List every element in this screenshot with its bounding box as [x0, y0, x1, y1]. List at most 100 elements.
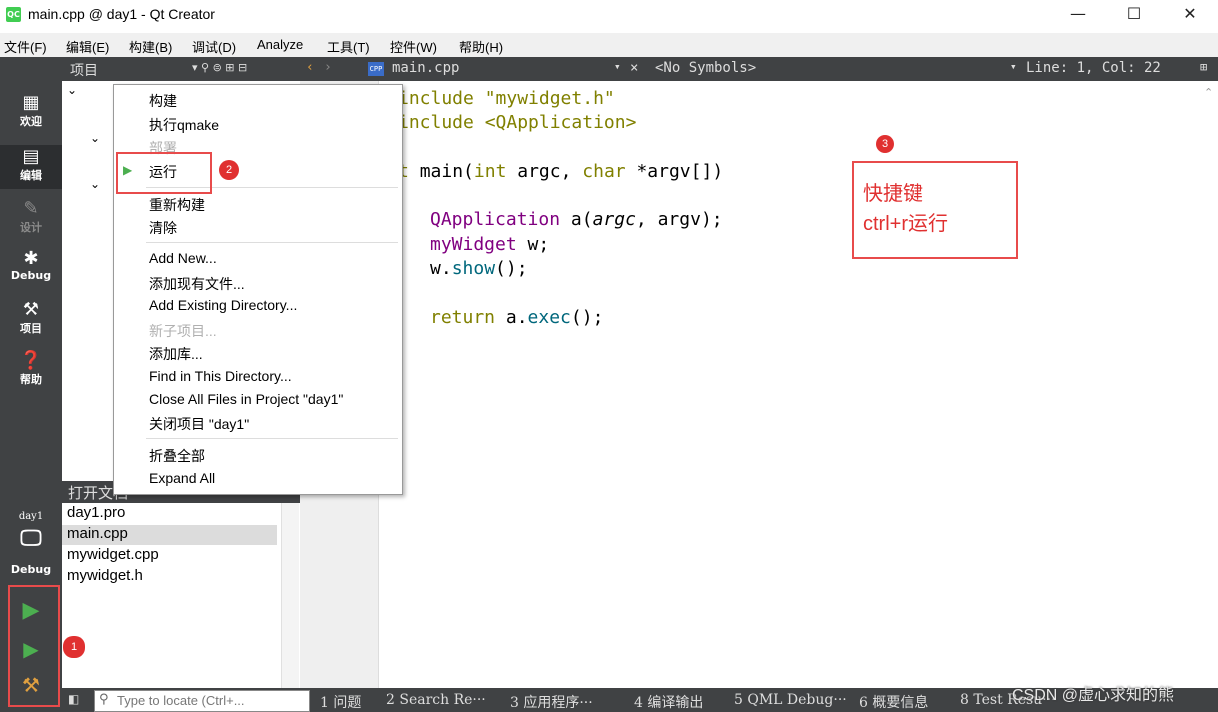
code-token: int	[473, 161, 507, 182]
tab-issues[interactable]: 1 问题	[320, 692, 361, 712]
code-token: w.	[430, 258, 452, 279]
code-token: argc	[592, 209, 636, 230]
toggle-sidebar-icon[interactable]: ◧	[68, 692, 79, 706]
locator-input[interactable]: ⚲ Type to locate (Ctrl+...	[94, 690, 310, 712]
menu-item-rebuild[interactable]: 重新构建	[149, 195, 205, 215]
mode-debug-label: Debug	[10, 269, 52, 282]
project-pane-title: 项目	[70, 63, 98, 79]
menu-item-add-library[interactable]: 添加库...	[149, 344, 203, 364]
menu-file[interactable]: 文件(F)	[4, 37, 47, 56]
menu-edit[interactable]: 编辑(E)	[66, 37, 109, 56]
tab-search-results[interactable]: 2 Search Re···	[386, 692, 486, 708]
code-token: ();	[570, 307, 604, 328]
editor-toolbar: ‹ › CPP main.cpp ▾ × <No Symbols> ▾ Line…	[300, 57, 1218, 81]
code-token: argc,	[506, 161, 583, 182]
include-directive: include <QApplication>	[398, 112, 637, 133]
mode-welcome[interactable]: ▦ 欢迎	[0, 93, 62, 129]
code-token: *argv[])	[625, 161, 724, 182]
menu-separator	[146, 242, 398, 243]
chevron-down-icon[interactable]: ▾	[614, 60, 621, 73]
list-item[interactable]: day1.pro	[67, 504, 125, 521]
cursor-position[interactable]: Line: 1, Col: 22	[1026, 60, 1161, 76]
split-icon[interactable]: ⊞	[1200, 60, 1207, 74]
close-file-icon[interactable]: ×	[630, 60, 638, 76]
menu-controls[interactable]: 控件(W)	[390, 37, 437, 56]
menu-item-clean[interactable]: 清除	[149, 218, 177, 238]
nav-back-icon[interactable]: ‹	[306, 60, 314, 75]
tab-qml-debug[interactable]: 5 QML Debug···	[734, 692, 847, 708]
list-item[interactable]: mywidget.h	[67, 567, 143, 584]
annotation-shortcut-keys: ctrl+r运行	[863, 213, 948, 235]
annotation-badge-1: 1	[63, 636, 85, 658]
mode-design[interactable]: ✎ 设计	[0, 199, 62, 235]
menu-tools[interactable]: 工具(T)	[327, 37, 370, 56]
chevron-down-icon[interactable]: ▾	[1010, 60, 1017, 73]
menu-item-run-qmake[interactable]: 执行qmake	[149, 115, 219, 135]
menu-help[interactable]: 帮助(H)	[459, 37, 503, 56]
menu-item-close-all-files[interactable]: Close All Files in Project "day1"	[149, 391, 343, 407]
menu-analyze[interactable]: Analyze	[257, 37, 303, 52]
menu-item-close-project[interactable]: 关闭项目 "day1"	[149, 414, 249, 434]
code-line-6: w.show();	[430, 258, 528, 279]
kit-selector[interactable]: 🖵	[0, 526, 62, 551]
project-context-menu: 构建 执行qmake 部署 ▶ 运行 重新构建 清除 Add New... 添加…	[113, 84, 403, 495]
filter-icon[interactable]: ▾ ⚲ ⊜ ⊞ ⊟	[192, 61, 247, 74]
list-item[interactable]: main.cpp	[67, 525, 128, 542]
search-icon: ⚲	[99, 692, 109, 707]
code-token: myWidget	[430, 234, 517, 255]
chevron-down-icon[interactable]: ⌄	[90, 177, 100, 191]
mode-debug[interactable]: ✱ Debug	[0, 249, 62, 283]
minimize-button[interactable]: —	[1056, 2, 1100, 26]
code-token: QApplication	[430, 209, 561, 230]
mode-design-label: 设计	[20, 221, 42, 234]
mode-edit[interactable]: ▤ 编辑	[0, 145, 62, 189]
chevron-down-icon[interactable]: ⌄	[90, 131, 100, 145]
menu-item-expand-all[interactable]: Expand All	[149, 470, 215, 486]
menu-debug[interactable]: 调试(D)	[192, 37, 236, 56]
annotation-badge-3: 3	[876, 135, 894, 153]
menu-item-build[interactable]: 构建	[149, 91, 177, 111]
code-token: a.	[495, 307, 528, 328]
menu-item-find-in-dir[interactable]: Find in This Directory...	[149, 368, 292, 384]
code-token: show	[451, 258, 496, 279]
maximize-button[interactable]: ☐	[1112, 2, 1156, 26]
help-icon: ❓	[19, 350, 43, 371]
menu-item-add-existing-files[interactable]: 添加现有文件...	[149, 274, 245, 294]
annotation-shortcut-title: 快捷键	[863, 183, 923, 205]
annotation-box-run-buttons	[8, 585, 60, 707]
tab-app-output[interactable]: 3 应用程序···	[510, 692, 593, 712]
close-button[interactable]: ✕	[1168, 2, 1212, 26]
open-docs-list: day1.pro main.cpp mywidget.cpp mywidget.…	[62, 503, 300, 688]
code-line-5: myWidget w;	[430, 234, 549, 255]
mode-projects[interactable]: ⚒ 项目	[0, 300, 62, 336]
code-line-7: return a.exec();	[430, 307, 603, 328]
menu-build[interactable]: 构建(B)	[129, 37, 172, 56]
menu-item-add-new[interactable]: Add New...	[149, 250, 217, 266]
grid-icon: ▦	[22, 92, 40, 113]
code-token: ();	[495, 258, 528, 279]
include-directive: include "mywidget.h"	[398, 88, 615, 109]
tab-general-messages[interactable]: 6 概要信息	[859, 692, 928, 712]
watermark: CSDN @虚心求知的熊	[1012, 687, 1175, 704]
monitor-icon: 🖵	[20, 526, 42, 551]
wrench-icon: ⚒	[22, 299, 40, 320]
symbols-combo[interactable]: <No Symbols>	[655, 60, 756, 76]
mode-help-label: 帮助	[20, 373, 42, 386]
scrollbar[interactable]	[281, 503, 299, 688]
code-token: return	[430, 307, 496, 328]
list-item[interactable]: mywidget.cpp	[67, 546, 159, 563]
menu-item-new-subproject: 新子项目...	[149, 323, 217, 339]
tab-compile-output[interactable]: 4 编译输出	[634, 692, 703, 712]
mode-help[interactable]: ❓ 帮助	[0, 351, 62, 387]
document-icon: ▤	[22, 146, 40, 167]
menu-separator	[146, 438, 398, 439]
nav-forward-icon[interactable]: ›	[324, 60, 332, 75]
menu-item-add-existing-dir[interactable]: Add Existing Directory...	[149, 297, 297, 313]
menu-item-collapse-all[interactable]: 折叠全部	[149, 446, 205, 466]
current-file-combo[interactable]: main.cpp	[392, 60, 459, 76]
scroll-up-icon[interactable]: ⌃	[1204, 86, 1213, 99]
chevron-down-icon[interactable]: ⌄	[67, 83, 77, 97]
mode-welcome-label: 欢迎	[20, 115, 42, 128]
pen-icon: ✎	[23, 198, 39, 219]
mode-edit-label: 编辑	[20, 169, 42, 182]
